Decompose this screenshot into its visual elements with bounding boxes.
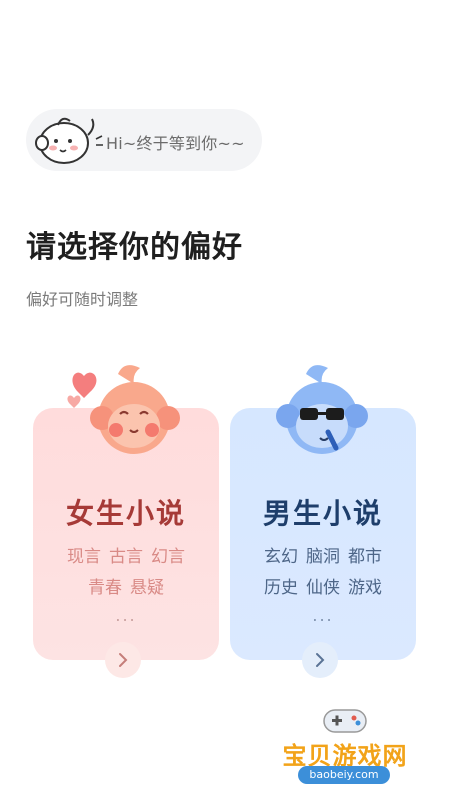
chevron-right-icon <box>316 653 325 667</box>
female-next-button[interactable] <box>105 642 141 678</box>
genre-tag: 历史 <box>264 578 298 598</box>
genre-tag: 都市 <box>348 547 382 567</box>
chevron-right-icon <box>119 653 128 667</box>
watermark-logo: 宝贝游戏网 baobeiy.com <box>270 700 420 795</box>
genre-tag: 玄幻 <box>264 547 298 567</box>
genre-tag: 脑洞 <box>306 547 340 567</box>
male-next-button[interactable] <box>302 642 338 678</box>
watermark-url: baobeiy.com <box>298 766 390 784</box>
greeting-bubble: Hi~终于等到你~~ <box>26 109 262 171</box>
more-ellipsis: ... <box>115 606 137 625</box>
genre-tag: 古言 <box>109 547 143 567</box>
genre-tag: 游戏 <box>348 578 382 598</box>
genre-tags: 现言 古言 幻言 青春 悬疑 <box>33 542 219 604</box>
page-title: 请选择你的偏好 <box>26 230 243 265</box>
card-title: 男生小说 <box>262 497 383 530</box>
genre-tag: 仙侠 <box>306 578 340 598</box>
monkey-heart-icon <box>67 365 180 454</box>
monkey-sunglasses-icon <box>276 365 368 454</box>
monkey-waving-icon <box>35 117 103 164</box>
page-subtitle: 偏好可随时调整 <box>26 290 139 309</box>
genre-tags: 玄幻 脑洞 都市 历史 仙侠 游戏 <box>230 542 416 604</box>
gamepad-icon <box>323 709 367 733</box>
card-title: 女生小说 <box>65 497 186 530</box>
more-ellipsis: ... <box>312 606 334 625</box>
genre-tag: 悬疑 <box>130 578 164 598</box>
genre-tag: 幻言 <box>151 547 185 567</box>
genre-tag: 青春 <box>88 578 122 598</box>
greeting-text: Hi~终于等到你~~ <box>106 134 245 153</box>
genre-tag: 现言 <box>67 547 101 567</box>
